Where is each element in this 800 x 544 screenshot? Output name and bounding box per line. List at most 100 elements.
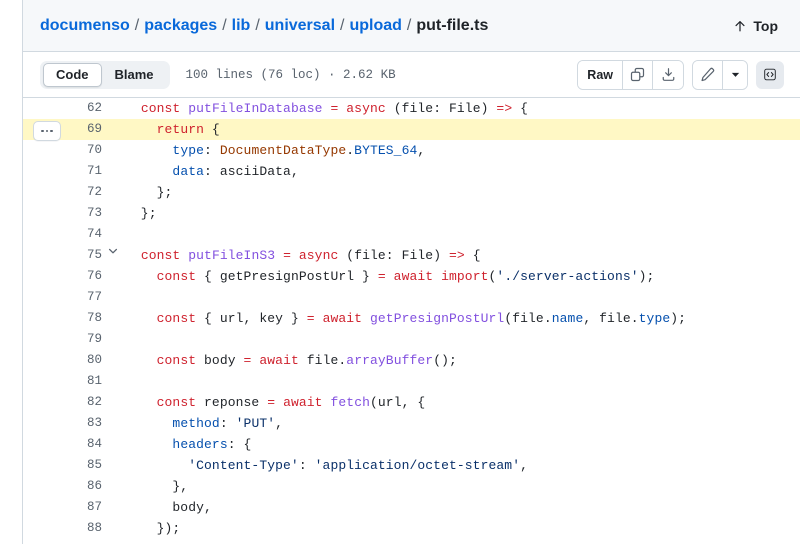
token: =>	[449, 248, 465, 263]
code-line: 79	[23, 329, 800, 350]
line-number[interactable]: 74	[23, 224, 102, 245]
breadcrumb-current-file: put-file.ts	[416, 16, 489, 34]
breadcrumb-separator: /	[406, 16, 412, 34]
token: .	[346, 143, 355, 158]
token: { url, key }	[196, 311, 307, 326]
line-number[interactable]: 84	[23, 434, 102, 455]
line-number[interactable]: 75	[23, 245, 102, 266]
code-text: };	[124, 203, 157, 224]
tab-code[interactable]: Code	[43, 62, 102, 87]
pencil-icon[interactable]	[693, 60, 723, 89]
file-meta-info: 100 lines (76 loc) · 2.62 KB	[185, 67, 396, 82]
chevron-down-icon[interactable]	[723, 60, 747, 89]
line-number[interactable]: 83	[23, 413, 102, 434]
tab-blame[interactable]: Blame	[102, 63, 167, 87]
toolbar-actions: Raw	[577, 59, 784, 90]
code-text: body,	[124, 497, 212, 518]
fold-chevron-down-icon[interactable]	[102, 245, 124, 257]
token: (file: File)	[385, 101, 497, 116]
breadcrumb-link-upload[interactable]: upload	[349, 17, 401, 35]
token: return	[156, 122, 205, 137]
token: : {	[227, 437, 252, 452]
line-number[interactable]: 86	[23, 476, 102, 497]
token: file.	[298, 353, 347, 368]
github-file-viewer: documenso / packages / lib / universal / upload /…	[0, 0, 800, 544]
edit-group	[692, 59, 748, 90]
code-text: type: DocumentDataType.BYTES_64,	[124, 140, 425, 161]
line-number[interactable]: 71	[23, 161, 102, 182]
token: 'application/octet-stream'	[314, 458, 521, 473]
code-line: 76 const { getPresignPostUrl } = await i…	[23, 266, 800, 287]
token: :	[204, 143, 220, 158]
download-icon[interactable]	[653, 60, 683, 89]
token: name	[551, 311, 584, 326]
token: reponse	[196, 395, 268, 410]
code-content[interactable]: 62 const putFileInDatabase = async (file…	[23, 98, 800, 543]
breadcrumb-link-universal[interactable]: universal	[265, 17, 335, 35]
token: (file: File)	[338, 248, 450, 263]
token: :	[298, 458, 315, 473]
code-symbols-icon[interactable]	[756, 60, 784, 89]
code-line: 81	[23, 371, 800, 392]
line-number[interactable]: 62	[23, 98, 102, 119]
line-number[interactable]: 78	[23, 308, 102, 329]
code-line: 74	[23, 224, 800, 245]
line-number[interactable]: 70	[23, 140, 102, 161]
code-text: const putFileInS3 = async (file: File) =…	[124, 245, 481, 266]
code-text: headers: {	[124, 434, 251, 455]
token: getPresignPostUrl	[369, 311, 505, 326]
code-text: data: asciiData,	[124, 161, 299, 182]
code-text: const { url, key } = await getPresignPos…	[124, 308, 686, 329]
token: await	[322, 311, 363, 326]
token: const	[140, 248, 181, 263]
token: putFileInDatabase	[188, 101, 323, 116]
token: import	[441, 269, 489, 284]
token: await	[259, 353, 299, 368]
token: body,	[125, 500, 212, 515]
token: headers	[172, 437, 228, 452]
code-text: const { getPresignPostUrl } = await impo…	[124, 266, 655, 287]
line-number[interactable]: 88	[23, 518, 102, 539]
line-number[interactable]: 73	[23, 203, 102, 224]
line-number[interactable]: 72	[23, 182, 102, 203]
code-text: },	[124, 476, 188, 497]
token: });	[125, 521, 181, 536]
token: :	[219, 416, 236, 431]
line-number[interactable]: 77	[23, 287, 102, 308]
line-number[interactable]: 81	[23, 371, 102, 392]
raw-button[interactable]: Raw	[578, 60, 623, 89]
token: const	[156, 395, 197, 410]
expand-hunk-button[interactable]	[33, 121, 61, 141]
line-number[interactable]: 85	[23, 455, 102, 476]
code-line: 83 method: 'PUT',	[23, 413, 800, 434]
breadcrumb-link-lib[interactable]: lib	[232, 17, 251, 35]
line-number[interactable]: 79	[23, 329, 102, 350]
line-number[interactable]: 69	[23, 119, 102, 141]
line-number[interactable]: 87	[23, 497, 102, 518]
breadcrumb-separator: /	[134, 16, 140, 34]
token: );	[638, 269, 655, 284]
breadcrumb-link-documenso[interactable]: documenso	[40, 17, 130, 35]
code-line: 85 'Content-Type': 'application/octet-st…	[23, 455, 800, 476]
breadcrumb-link-packages[interactable]: packages	[144, 17, 217, 35]
line-number[interactable]: 82	[23, 392, 102, 413]
token: await	[283, 395, 323, 410]
code-line: 87 body,	[23, 497, 800, 518]
code-line: 62 const putFileInDatabase = async (file…	[23, 98, 800, 119]
line-number[interactable]: 76	[23, 266, 102, 287]
token: (file.	[504, 311, 552, 326]
code-line: 78 const { url, key } = await getPresign…	[23, 308, 800, 329]
token: 'PUT'	[235, 416, 276, 431]
copy-icon[interactable]	[623, 60, 653, 89]
token: { getPresignPostUrl }	[196, 269, 378, 284]
scroll-to-top-button[interactable]: Top	[727, 14, 784, 38]
raw-copy-download-group: Raw	[577, 59, 684, 90]
line-number[interactable]: 80	[23, 350, 102, 371]
token: const	[156, 311, 197, 326]
